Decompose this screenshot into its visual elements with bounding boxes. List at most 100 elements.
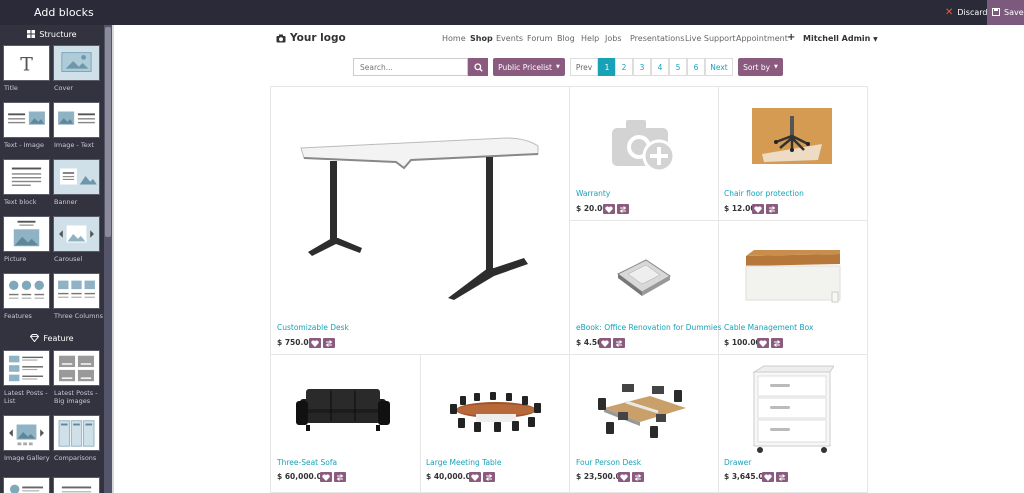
nav-events[interactable]: Events	[496, 34, 523, 43]
compare-button[interactable]	[766, 204, 778, 214]
user-menu[interactable]: Mitchell Admin ▼	[803, 34, 878, 43]
block-label: Cover	[54, 84, 74, 92]
block-three-columns[interactable]	[53, 273, 100, 309]
blocks-sidebar: Structure T Title Cover Text - Image Ima…	[0, 25, 104, 493]
exchange-icon	[768, 205, 776, 213]
close-icon: ✕	[945, 7, 954, 18]
wishlist-button[interactable]	[762, 472, 774, 482]
page-5[interactable]: 5	[669, 58, 687, 76]
product-name[interactable]: Warranty	[576, 189, 610, 198]
block-text-block[interactable]	[3, 159, 50, 195]
feature-title: Feature	[43, 333, 74, 343]
block-text-image[interactable]	[3, 102, 50, 138]
sort-dropdown[interactable]: Sort by ▼	[738, 58, 783, 76]
exchange-icon	[773, 339, 781, 347]
compare-button[interactable]	[632, 472, 644, 482]
compare-button[interactable]	[483, 472, 495, 482]
block-latest-posts-big[interactable]	[53, 350, 100, 386]
prev-page[interactable]: Prev	[570, 58, 598, 76]
page-2[interactable]: 2	[615, 58, 633, 76]
wishlist-button[interactable]	[603, 204, 615, 214]
compare-button[interactable]	[613, 338, 625, 348]
exchange-icon	[325, 339, 333, 347]
wishlist-button[interactable]	[309, 338, 321, 348]
block-title[interactable]: T	[3, 45, 50, 81]
product-image[interactable]	[752, 108, 832, 164]
nav-appointment[interactable]: Appointment	[736, 34, 788, 43]
block-team[interactable]	[3, 477, 50, 493]
search-button[interactable]	[468, 58, 488, 76]
block-picture[interactable]	[3, 216, 50, 252]
block-more[interactable]	[53, 477, 100, 493]
page-1[interactable]: 1	[598, 58, 616, 76]
product-name[interactable]: eBook: Office Renovation for Dummies	[576, 323, 722, 332]
nav-home[interactable]: Home	[442, 34, 466, 43]
compare-button[interactable]	[323, 338, 335, 348]
block-image-text[interactable]	[53, 102, 100, 138]
product-price: $ 12.00	[724, 204, 756, 213]
nav-presentations[interactable]: Presentations	[630, 34, 684, 43]
page-6[interactable]: 6	[687, 58, 705, 76]
block-carousel[interactable]	[53, 216, 100, 252]
camera-icon	[276, 34, 286, 42]
nav-help[interactable]: Help	[581, 34, 599, 43]
feature-section-header: Feature	[0, 330, 104, 346]
nav-blog[interactable]: Blog	[557, 34, 575, 43]
nav-shop[interactable]: Shop	[470, 34, 493, 43]
block-comparisons[interactable]	[53, 415, 100, 451]
product-image[interactable]	[750, 364, 834, 454]
block-label: Latest Posts - Big images	[54, 389, 98, 405]
add-menu-button[interactable]: +	[787, 32, 795, 43]
nav-live-support[interactable]: Live Support	[685, 34, 736, 43]
wishlist-button[interactable]	[599, 338, 611, 348]
block-latest-posts-list[interactable]	[3, 350, 50, 386]
product-image[interactable]	[596, 378, 691, 442]
site-logo[interactable]: Your logo	[276, 32, 346, 44]
pricelist-dropdown[interactable]: Public Pricelist ▼	[493, 58, 565, 76]
wishlist-button[interactable]	[320, 472, 332, 482]
product-name[interactable]: Cable Management Box	[724, 323, 813, 332]
scrollbar-thumb[interactable]	[105, 27, 111, 237]
product-name[interactable]: Three-Seat Sofa	[277, 458, 337, 467]
compare-button[interactable]	[617, 204, 629, 214]
product-image[interactable]	[296, 385, 390, 435]
exchange-icon	[615, 339, 623, 347]
product-image[interactable]	[744, 248, 842, 304]
nav-jobs[interactable]: Jobs	[605, 34, 622, 43]
product-name[interactable]: Customizable Desk	[277, 323, 349, 332]
search-icon	[473, 62, 483, 72]
heart-icon	[620, 473, 628, 481]
product-name[interactable]: Chair floor protection	[724, 189, 804, 198]
product-name[interactable]: Four Person Desk	[576, 458, 641, 467]
product-image[interactable]	[296, 134, 546, 300]
search-input[interactable]	[353, 58, 468, 76]
product-image[interactable]	[614, 256, 674, 296]
page-3[interactable]: 3	[633, 58, 651, 76]
wishlist-button[interactable]	[618, 472, 630, 482]
pricelist-label: Public Pricelist	[498, 62, 553, 72]
heart-icon	[601, 339, 609, 347]
product-name[interactable]: Drawer	[724, 458, 751, 467]
product-image[interactable]	[608, 116, 678, 174]
block-image-gallery[interactable]	[3, 415, 50, 451]
caret-down-icon: ▼	[556, 64, 560, 70]
compare-button[interactable]	[771, 338, 783, 348]
block-cover[interactable]	[53, 45, 100, 81]
block-banner[interactable]	[53, 159, 100, 195]
wishlist-button[interactable]	[757, 338, 769, 348]
product-image[interactable]	[446, 388, 546, 434]
discard-button[interactable]: ✕ Discard	[940, 0, 987, 25]
wishlist-button[interactable]	[752, 204, 764, 214]
next-page[interactable]: Next	[705, 58, 733, 76]
block-label: Image Gallery	[4, 454, 50, 462]
block-features[interactable]	[3, 273, 50, 309]
nav-forum[interactable]: Forum	[527, 34, 552, 43]
compare-button[interactable]	[334, 472, 346, 482]
product-name[interactable]: Large Meeting Table	[426, 458, 502, 467]
discard-label: Discard	[957, 8, 988, 17]
save-button[interactable]: Save	[987, 0, 1024, 25]
wishlist-button[interactable]	[469, 472, 481, 482]
compare-button[interactable]	[776, 472, 788, 482]
page-4[interactable]: 4	[651, 58, 669, 76]
sidebar-scrollbar[interactable]	[104, 25, 112, 493]
